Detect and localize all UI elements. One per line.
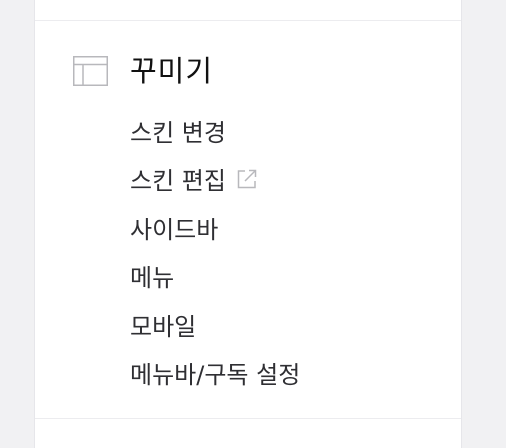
menu-item-label: 스킨 편집: [130, 167, 226, 196]
section-divider-bottom: [35, 418, 461, 419]
menu-item-menu[interactable]: 메뉴: [130, 252, 300, 301]
menu-item-label: 메뉴바/구독 설정: [130, 361, 301, 390]
menu-item-skin-change[interactable]: 스킨 변경: [130, 106, 300, 155]
layout-icon: [73, 56, 108, 86]
sidebar-panel: 꾸미기 스킨 변경 스킨 편집 사이드바 메뉴 모바일 메뉴바/구독 설정: [34, 0, 462, 448]
customize-menu: 스킨 변경 스킨 편집 사이드바 메뉴 모바일 메뉴바/구독 설정: [130, 106, 300, 397]
menu-item-sidebar[interactable]: 사이드바: [130, 203, 300, 252]
section-title: 꾸미기: [130, 54, 214, 88]
menu-item-label: 스킨 변경: [130, 118, 226, 147]
section-divider-top: [35, 20, 461, 21]
menu-item-label: 사이드바: [130, 215, 219, 244]
menu-item-label: 메뉴: [130, 264, 175, 293]
menu-item-skin-edit[interactable]: 스킨 편집: [130, 155, 300, 204]
external-link-icon: [236, 168, 258, 190]
menu-item-mobile[interactable]: 모바일: [130, 300, 300, 349]
menu-item-menubar-subscribe[interactable]: 메뉴바/구독 설정: [130, 349, 300, 398]
menu-item-label: 모바일: [130, 312, 197, 341]
